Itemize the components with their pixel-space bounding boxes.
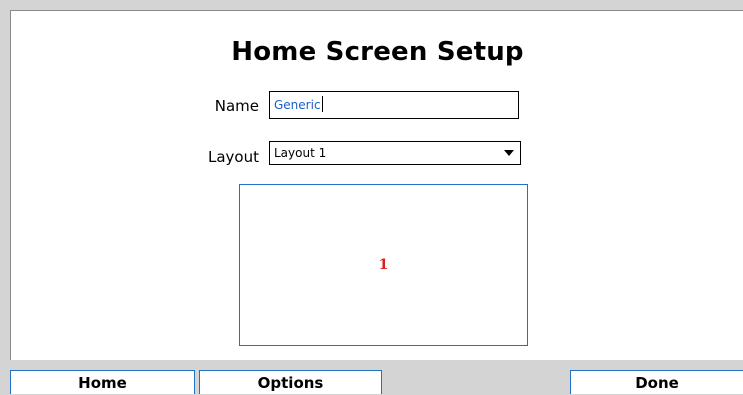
options-button[interactable]: Options	[199, 370, 382, 394]
text-caret	[321, 96, 323, 112]
name-field[interactable]: Generic	[269, 91, 519, 119]
name-field-value: Generic	[274, 98, 321, 112]
layout-label: Layout	[208, 148, 259, 166]
layout-select[interactable]: Layout 1	[269, 141, 521, 165]
name-label: Name	[214, 97, 259, 115]
layout-cell-number: 1	[378, 257, 389, 273]
layout-preview[interactable]: 1	[239, 184, 528, 346]
layout-select-value: Layout 1	[274, 146, 327, 160]
setup-panel: Home Screen Setup Name Generic Layout La…	[10, 10, 743, 360]
home-button[interactable]: Home	[10, 370, 195, 394]
page-title: Home Screen Setup	[231, 37, 524, 67]
done-button[interactable]: Done	[570, 370, 743, 394]
chevron-down-icon[interactable]	[504, 150, 514, 156]
